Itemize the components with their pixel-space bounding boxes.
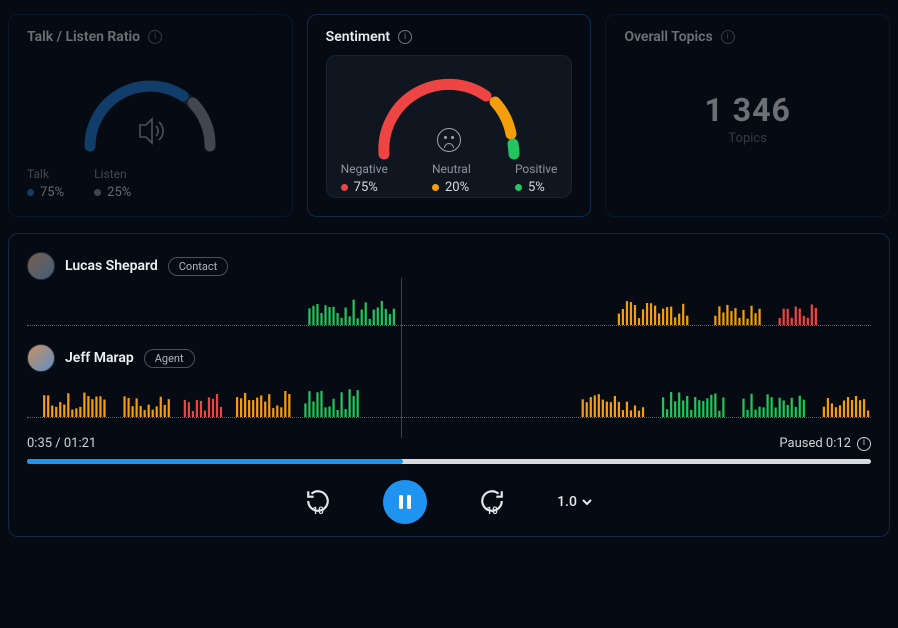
positive-label: Positive — [515, 162, 557, 176]
dot-icon — [341, 184, 348, 191]
pause-button[interactable] — [383, 480, 427, 524]
rewind-10-button[interactable]: 10 — [305, 488, 331, 517]
progress-fill — [27, 459, 403, 464]
waveform-track-2[interactable] — [27, 380, 871, 420]
pause-icon — [396, 493, 414, 511]
role-pill: Contact — [168, 257, 228, 276]
progress-bar[interactable] — [27, 459, 871, 464]
topics-sub: Topics — [624, 131, 871, 146]
forward-10-button[interactable]: 10 — [479, 488, 505, 517]
neutral-label: Neutral — [432, 162, 471, 176]
speed-selector[interactable]: 1.0 — [557, 494, 593, 510]
speed-value: 1.0 — [557, 494, 577, 510]
speaker-name: Lucas Shepard — [65, 258, 158, 274]
metrics-row: Talk / Listen Ratio i Talk 75% Listen — [8, 14, 890, 217]
time-display: 0:35 / 01:21 — [27, 436, 96, 451]
listen-value: 25% — [107, 185, 131, 200]
neutral-value: 20% — [445, 180, 469, 195]
talk-listen-legend: Talk 75% Listen 25% — [27, 167, 274, 200]
baseline — [27, 417, 871, 418]
role-pill: Agent — [144, 349, 195, 368]
player-controls: 10 10 1.0 — [27, 480, 871, 524]
paused-label: Paused 0:12 — [779, 436, 851, 451]
avatar[interactable] — [27, 252, 55, 280]
topics-count: 1 346 — [624, 91, 871, 129]
card-title: Talk / Listen Ratio — [27, 29, 140, 45]
listen-label: Listen — [94, 167, 131, 181]
dot-icon — [432, 184, 439, 191]
audio-player: Lucas Shepard Contact Jeff Marap Agent 0… — [8, 233, 890, 537]
info-icon[interactable]: i — [721, 30, 735, 44]
baseline — [27, 325, 871, 326]
skip-amount: 10 — [486, 506, 497, 517]
talk-value: 75% — [40, 185, 64, 200]
info-icon[interactable]: i — [857, 437, 871, 451]
sentiment-card[interactable]: Sentiment i Negative 75% Neutral — [307, 14, 592, 217]
sentiment-panel: Negative 75% Neutral 20% Positive 5% — [326, 55, 573, 198]
info-icon[interactable]: i — [148, 30, 162, 44]
speaker-1-block: Lucas Shepard Contact — [27, 252, 871, 328]
speaker-2-block: Jeff Marap Agent — [27, 344, 871, 420]
dot-icon — [27, 189, 34, 196]
topics-card[interactable]: Overall Topics i 1 346 Topics — [605, 14, 890, 217]
negative-value: 75% — [354, 180, 378, 195]
dot-icon — [94, 189, 101, 196]
card-title: Overall Topics — [624, 29, 712, 45]
info-icon[interactable]: i — [398, 30, 412, 44]
talk-listen-gauge — [27, 51, 274, 161]
waveform-track-1[interactable] — [27, 288, 871, 328]
chevron-down-icon — [581, 496, 593, 508]
time-row: 0:35 / 01:21 Paused 0:12 i — [27, 436, 871, 451]
avatar[interactable] — [27, 344, 55, 372]
talk-label: Talk — [27, 167, 64, 181]
negative-label: Negative — [341, 162, 388, 176]
positive-value: 5% — [528, 180, 545, 195]
card-title: Sentiment — [326, 29, 390, 45]
sad-face-icon — [437, 128, 461, 152]
speaker-name: Jeff Marap — [65, 350, 134, 366]
skip-amount: 10 — [312, 506, 323, 517]
dot-icon — [515, 184, 522, 191]
talk-listen-card[interactable]: Talk / Listen Ratio i Talk 75% Listen — [8, 14, 293, 217]
